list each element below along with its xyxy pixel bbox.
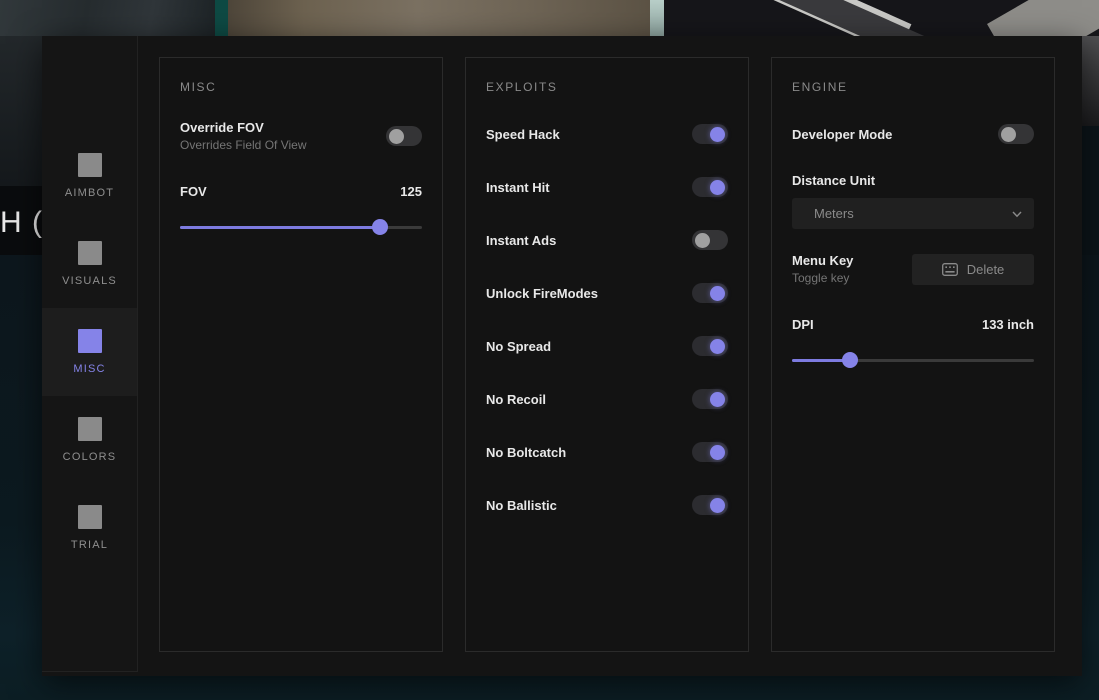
content-area: MISC Override FOV Overrides Field Of Vie… <box>138 36 1082 676</box>
no-boltcatch-row: No Boltcatch <box>486 438 728 466</box>
sidebar-item-aimbot[interactable]: AIMBOT <box>42 132 137 220</box>
fov-slider-thumb[interactable] <box>372 219 388 235</box>
slider-fill <box>180 226 380 229</box>
no-ballistic-label: No Ballistic <box>486 498 557 513</box>
panel-title: ENGINE <box>792 80 1034 94</box>
unlock-firemodes-row: Unlock FireModes <box>486 279 728 307</box>
no-ballistic-row: No Ballistic <box>486 491 728 519</box>
toggle-knob <box>710 339 725 354</box>
toggle-knob <box>710 286 725 301</box>
weapon-shape <box>730 0 978 36</box>
sidebar-item-label: VISUALS <box>62 275 117 287</box>
override-fov-toggle[interactable] <box>386 126 422 146</box>
no-ballistic-toggle[interactable] <box>692 495 728 515</box>
unlock-firemodes-toggle[interactable] <box>692 283 728 303</box>
no-spread-label: No Spread <box>486 339 551 354</box>
background-teal-strip <box>215 0 228 36</box>
toggle-knob <box>710 392 725 407</box>
no-recoil-row: No Recoil <box>486 385 728 413</box>
sidebar-item-label: TRIAL <box>71 539 108 551</box>
instant-ads-label: Instant Ads <box>486 233 556 248</box>
toggle-knob <box>1001 127 1016 142</box>
panel-title: MISC <box>180 80 422 94</box>
sidebar: AIMBOT VISUALS MISC COLORS TRIAL <box>42 36 138 672</box>
developer-mode-toggle[interactable] <box>998 124 1034 144</box>
distance-unit-select[interactable]: Meters <box>792 198 1034 229</box>
menu-key-label: Menu Key <box>792 253 853 268</box>
keyboard-icon <box>942 263 958 276</box>
dpi-value: 133 inch <box>982 317 1034 332</box>
fov-slider[interactable] <box>180 219 422 235</box>
sidebar-item-label: MISC <box>73 363 105 375</box>
dpi-slider-thumb[interactable] <box>842 352 858 368</box>
sidebar-item-label: AIMBOT <box>65 187 114 199</box>
fov-value: 125 <box>400 184 422 199</box>
panel-misc: MISC Override FOV Overrides Field Of Vie… <box>159 57 443 652</box>
sidebar-item-trial[interactable]: TRIAL <box>42 484 137 572</box>
dpi-row: DPI 133 inch <box>792 310 1034 338</box>
toggle-knob <box>710 445 725 460</box>
background-right-column <box>1082 36 1099 126</box>
menu-key-row: Menu Key Toggle key Delete <box>792 253 1034 285</box>
panel-exploits: EXPLOITS Speed Hack Instant Hit Instant … <box>465 57 749 652</box>
sidebar-item-label: COLORS <box>63 451 117 463</box>
game-hud-text: H (6 <box>0 206 42 240</box>
sidebar-item-visuals[interactable]: VISUALS <box>42 220 137 308</box>
trial-tab-icon <box>78 505 102 529</box>
no-recoil-label: No Recoil <box>486 392 546 407</box>
toggle-knob <box>710 180 725 195</box>
developer-mode-label: Developer Mode <box>792 127 892 142</box>
chevron-down-icon <box>1012 209 1022 219</box>
no-boltcatch-label: No Boltcatch <box>486 445 566 460</box>
instant-hit-toggle[interactable] <box>692 177 728 197</box>
instant-hit-label: Instant Hit <box>486 180 550 195</box>
background-screenshot-left <box>0 0 215 36</box>
override-fov-description: Overrides Field Of View <box>180 138 307 152</box>
aimbot-tab-icon <box>78 153 102 177</box>
background-light-strip <box>650 0 664 36</box>
panel-title: EXPLOITS <box>486 80 728 94</box>
dpi-label: DPI <box>792 317 814 332</box>
distance-unit-value: Meters <box>814 206 854 221</box>
instant-hit-row: Instant Hit <box>486 173 728 201</box>
no-recoil-toggle[interactable] <box>692 389 728 409</box>
fov-label: FOV <box>180 184 207 199</box>
no-spread-toggle[interactable] <box>692 336 728 356</box>
panel-engine: ENGINE Developer Mode Distance Unit Mete… <box>771 57 1055 652</box>
toggle-knob <box>389 129 404 144</box>
background-left-column <box>0 36 42 186</box>
toggle-knob <box>710 127 725 142</box>
unlock-firemodes-label: Unlock FireModes <box>486 286 598 301</box>
visuals-tab-icon <box>78 241 102 265</box>
dpi-slider[interactable] <box>792 352 1034 368</box>
speed-hack-toggle[interactable] <box>692 124 728 144</box>
override-fov-label: Override FOV <box>180 120 307 135</box>
developer-mode-row: Developer Mode <box>792 120 1034 148</box>
override-fov-row: Override FOV Overrides Field Of View <box>180 120 422 152</box>
misc-tab-icon <box>78 329 102 353</box>
menu-key-description: Toggle key <box>792 271 853 285</box>
toggle-knob <box>710 498 725 513</box>
fov-row: FOV 125 <box>180 177 422 205</box>
colors-tab-icon <box>78 417 102 441</box>
sidebar-item-misc[interactable]: MISC <box>42 308 137 396</box>
background-screenshot-middle <box>228 0 650 36</box>
instant-ads-toggle[interactable] <box>692 230 728 250</box>
distance-unit-label: Distance Unit <box>792 173 1034 188</box>
speed-hack-label: Speed Hack <box>486 127 560 142</box>
instant-ads-row: Instant Ads <box>486 226 728 254</box>
background-screenshot-weapon <box>664 0 1099 36</box>
no-spread-row: No Spread <box>486 332 728 360</box>
no-boltcatch-toggle[interactable] <box>692 442 728 462</box>
sidebar-item-colors[interactable]: COLORS <box>42 396 137 484</box>
menu-key-bind-label: Delete <box>967 262 1005 277</box>
weapon-shape <box>987 0 1099 36</box>
speed-hack-row: Speed Hack <box>486 120 728 148</box>
menu-key-bind-button[interactable]: Delete <box>912 254 1034 285</box>
cheat-menu-window: AIMBOT VISUALS MISC COLORS TRIAL MISC Ov… <box>42 36 1082 676</box>
toggle-knob <box>695 233 710 248</box>
